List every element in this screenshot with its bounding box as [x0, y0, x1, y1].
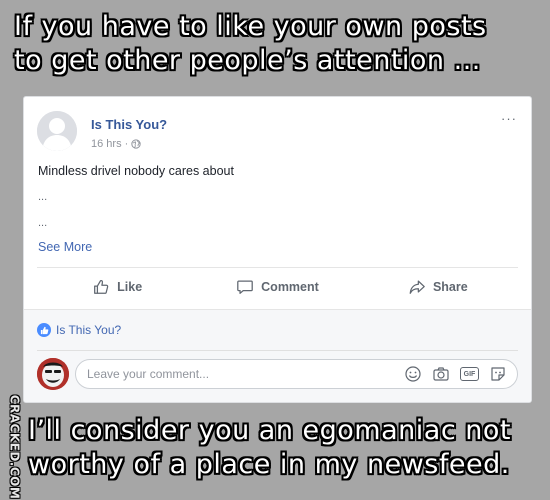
post-ellipsis-1: ... — [38, 191, 48, 203]
bottom-caption: I’ll consider you an egomaniac not worth… — [28, 414, 542, 482]
sticker-icon[interactable] — [489, 365, 507, 383]
comment-bubble-icon — [237, 280, 253, 294]
globe-icon — [131, 139, 141, 149]
emoji-icon[interactable] — [404, 365, 422, 383]
post-body: Mindless drivel nobody cares about ... .… — [38, 163, 517, 231]
gif-icon[interactable]: GIF — [460, 367, 479, 381]
like-reaction-badge — [37, 323, 51, 337]
thumbs-up-icon — [94, 279, 109, 294]
troll-face-avatar-icon — [37, 358, 69, 390]
post-meta: 16 hrs · — [91, 138, 141, 150]
reaction-liker-name[interactable]: Is This You? — [56, 323, 121, 337]
top-caption-line-1: If you have to like your own posts — [14, 11, 487, 42]
share-arrow-icon — [409, 280, 425, 294]
post-ellipsis-2: ... — [38, 217, 48, 229]
facebook-post-card: Is This You? 16 hrs · ··· Mindless drive… — [23, 96, 532, 403]
share-label: Share — [432, 279, 468, 294]
post-text: Mindless drivel nobody cares about — [38, 164, 234, 178]
commenter-avatar[interactable] — [37, 358, 69, 390]
like-label: Like — [117, 279, 143, 294]
comment-composer: Leave your comment... GIF — [37, 358, 518, 392]
reactions-divider — [37, 350, 518, 351]
top-caption: If you have to like your own posts to ge… — [14, 10, 542, 78]
like-button[interactable]: Like — [37, 278, 197, 296]
more-options-button[interactable]: ··· — [501, 111, 517, 126]
comment-placeholder: Leave your comment... — [87, 367, 210, 381]
top-caption-line-2: to get other people’s attention ... — [14, 45, 481, 76]
meta-separator: · — [124, 138, 129, 150]
cracked-watermark: CRACKED.COM — [1, 394, 27, 500]
default-profile-icon — [37, 111, 77, 151]
share-button[interactable]: Share — [358, 278, 518, 296]
reactions-and-comments: Is This You? Leave your comment... GIF — [24, 309, 531, 402]
see-more-link[interactable]: See More — [38, 240, 92, 254]
post-header: Is This You? 16 hrs · ··· — [37, 111, 519, 151]
comment-tools: GIF — [404, 365, 507, 383]
watermark-text: CRACKED.COM — [7, 394, 22, 500]
comment-label: Comment — [261, 279, 319, 294]
author-name-link[interactable]: Is This You? — [91, 117, 167, 132]
author-avatar[interactable] — [37, 111, 77, 151]
thumbs-up-icon — [40, 326, 48, 334]
reaction-summary[interactable]: Is This You? — [37, 320, 518, 340]
post-timestamp[interactable]: 16 hrs — [91, 138, 122, 150]
bottom-caption-line-1: I’ll consider you an egomaniac not — [28, 415, 511, 446]
comment-button[interactable]: Comment — [197, 278, 357, 296]
action-bar: Like Comment Share — [37, 267, 518, 305]
bottom-caption-line-2: worthy of a place in my newsfeed. — [28, 449, 510, 480]
comment-input[interactable]: Leave your comment... GIF — [75, 359, 518, 389]
camera-icon[interactable] — [432, 365, 450, 383]
